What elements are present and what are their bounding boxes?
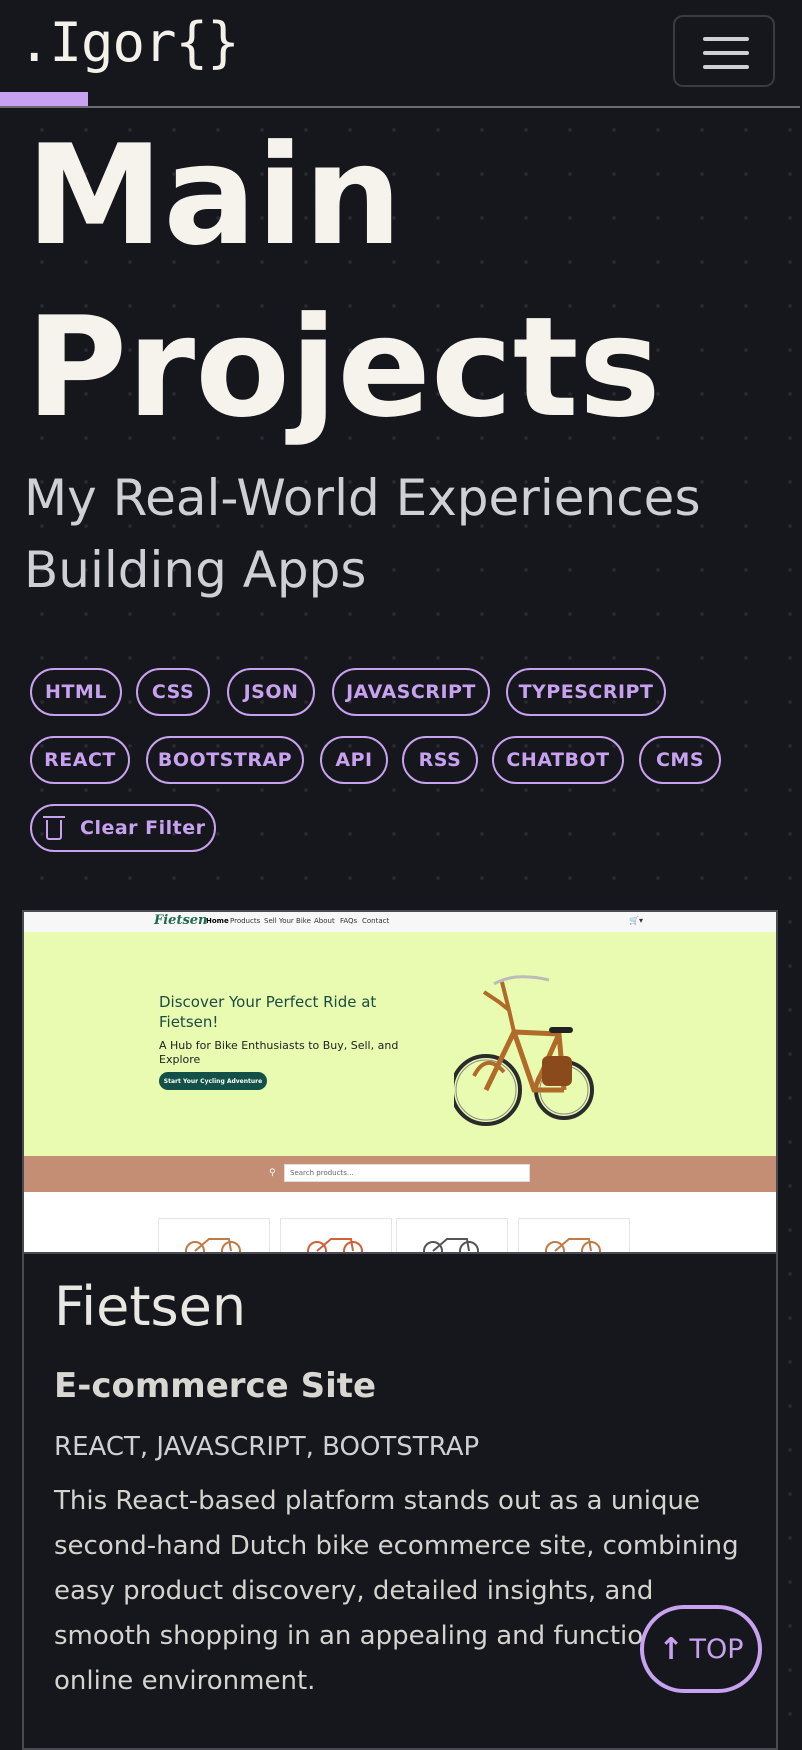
screenshot-heading: Discover Your Perfect Ride at Fietsen! xyxy=(159,993,377,1031)
back-to-top-button[interactable]: ↑ TOP xyxy=(640,1605,762,1693)
top-button-label: TOP xyxy=(689,1633,744,1665)
menu-toggle-button[interactable] xyxy=(673,15,775,87)
screenshot-tagline: A Hub for Bike Enthusiasts to Buy, Sell,… xyxy=(159,1039,399,1066)
screenshot-cta: Start Your Cycling Adventure xyxy=(159,1072,267,1090)
bicycle-thumbnail-icon xyxy=(307,1238,363,1252)
product-thumbnail xyxy=(158,1218,270,1252)
page-title: Main Projects xyxy=(26,110,661,454)
filter-chip-html[interactable]: HTML xyxy=(30,668,122,716)
bicycle-image xyxy=(454,975,594,1126)
screenshot-nav-link: Contact xyxy=(362,917,390,925)
screenshot-nav-link: FAQs xyxy=(340,917,358,925)
site-logo[interactable]: .Igor{} xyxy=(18,16,240,70)
page-subtitle: My Real-World Experiences Building Apps xyxy=(24,469,701,599)
clear-filter-label: Clear Filter xyxy=(80,817,206,839)
scroll-progress-bar xyxy=(0,92,88,106)
bicycle-thumbnail-icon xyxy=(185,1238,241,1252)
filter-chip-react[interactable]: REACT xyxy=(30,736,130,784)
title-line-2: Projects xyxy=(26,287,661,448)
project-tags: REACT, JAVASCRIPT, BOOTSTRAP xyxy=(54,1432,480,1462)
screenshot-brand: Fietsen xyxy=(154,913,208,928)
screenshot-product-grid xyxy=(24,1192,776,1252)
bicycle-thumbnail-icon xyxy=(545,1238,601,1252)
filter-chip-typescript[interactable]: TYPESCRIPT xyxy=(506,668,666,716)
cart-icon: 🛒▾ xyxy=(629,916,643,925)
hamburger-line xyxy=(703,51,749,55)
product-thumbnail xyxy=(280,1218,392,1252)
screenshot-nav-link: Products xyxy=(230,917,261,925)
filter-chip-css[interactable]: CSS xyxy=(136,668,210,716)
navbar: .Igor{} xyxy=(0,0,800,108)
filter-chip-api[interactable]: API xyxy=(320,736,388,784)
product-thumbnail xyxy=(518,1218,630,1252)
filter-chip-rss[interactable]: RSS xyxy=(402,736,478,784)
project-screenshot[interactable]: Fietsen Home Products Sell Your Bike Abo… xyxy=(24,912,776,1254)
screenshot-nav-link: Sell Your Bike xyxy=(264,917,311,925)
product-thumbnail xyxy=(396,1218,508,1252)
screenshot-nav-link: Home xyxy=(206,917,229,925)
title-line-1: Main xyxy=(26,115,402,276)
screenshot-nav-link: About xyxy=(314,917,335,925)
filter-chip-javascript[interactable]: JAVASCRIPT xyxy=(332,668,490,716)
clear-filter-button[interactable]: Clear Filter xyxy=(30,804,216,852)
filter-chip-bootstrap[interactable]: BOOTSTRAP xyxy=(146,736,304,784)
search-icon: ⚲ xyxy=(269,1168,276,1178)
project-subtitle: E-commerce Site xyxy=(54,1366,377,1406)
bicycle-thumbnail-icon xyxy=(423,1238,479,1252)
filter-chip-json[interactable]: JSON xyxy=(227,668,315,716)
screenshot-navbar: Fietsen Home Products Sell Your Bike Abo… xyxy=(24,912,776,933)
hamburger-line xyxy=(703,65,749,69)
filter-chip-chatbot[interactable]: CHATBOT xyxy=(492,736,624,784)
screenshot-hero: Discover Your Perfect Ride at Fietsen! A… xyxy=(24,932,776,1156)
filter-chip-cms[interactable]: CMS xyxy=(639,736,721,784)
screenshot-search-input: Search products... xyxy=(284,1164,530,1182)
hamburger-icon xyxy=(703,37,749,41)
trash-icon xyxy=(43,816,65,840)
screenshot-search-bar: ⚲ Search products... xyxy=(24,1156,776,1192)
arrow-up-icon: ↑ xyxy=(658,1631,684,1667)
project-title: Fietsen xyxy=(54,1275,247,1338)
